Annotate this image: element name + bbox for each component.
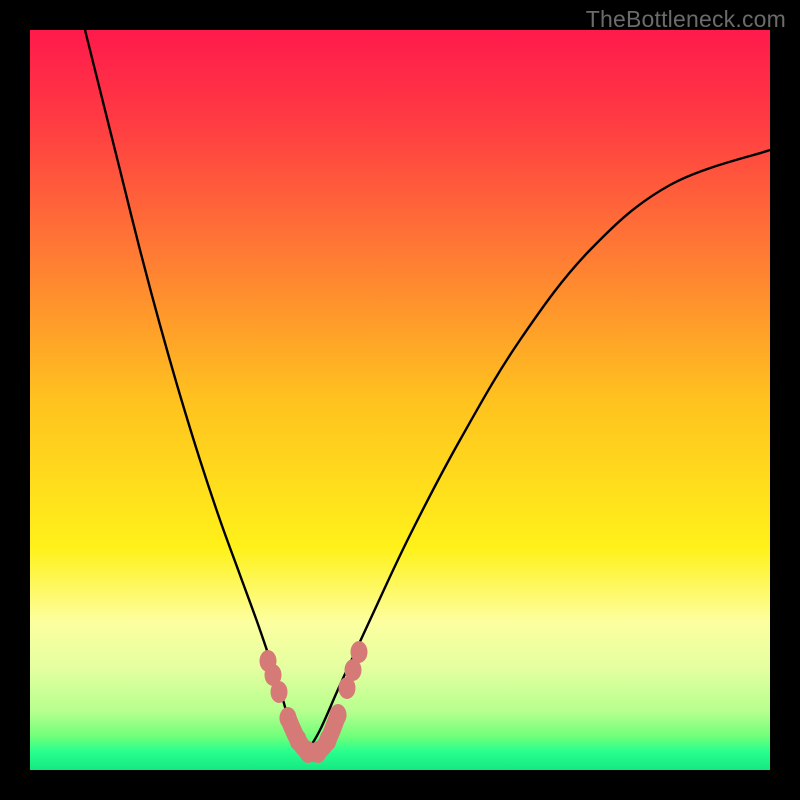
curve-layer xyxy=(30,30,770,770)
trough-marker xyxy=(351,641,368,663)
outer-frame: TheBottleneck.com xyxy=(0,0,800,800)
trough-marker xyxy=(271,681,288,703)
trough-marker xyxy=(320,729,337,751)
trough-marker xyxy=(280,707,297,729)
watermark-text: TheBottleneck.com xyxy=(586,6,786,33)
curve-right-branch xyxy=(305,150,770,755)
trough-markers-group xyxy=(260,641,368,763)
curve-left-branch xyxy=(85,30,305,755)
trough-marker xyxy=(330,704,347,726)
plot-area xyxy=(30,30,770,770)
